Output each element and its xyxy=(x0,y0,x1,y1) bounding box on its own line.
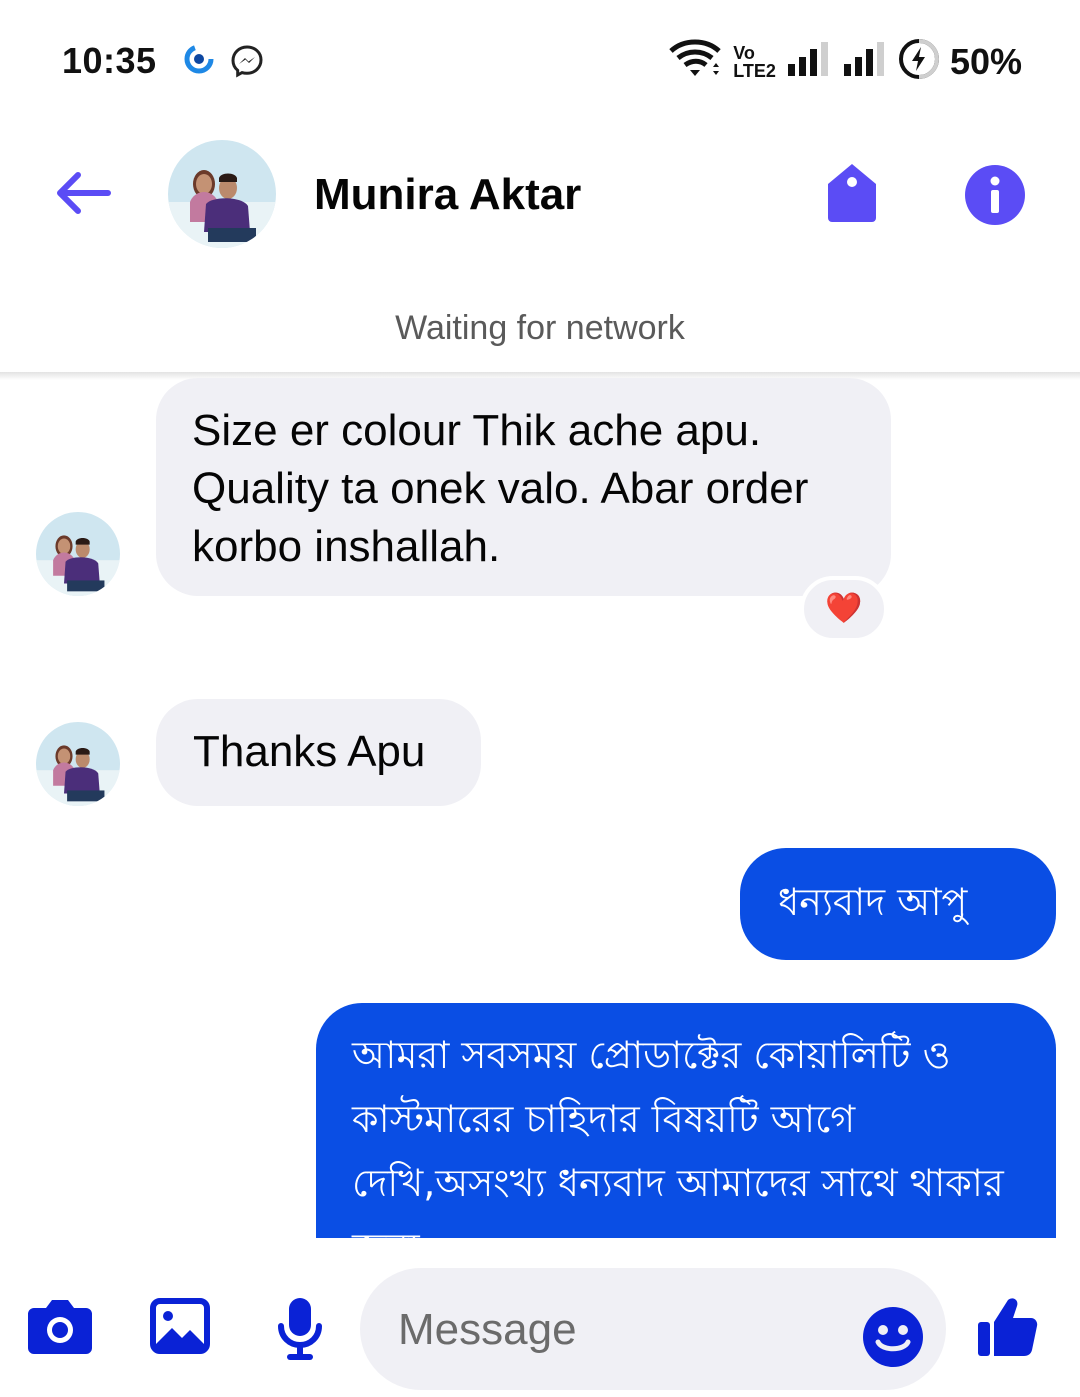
heart-reaction[interactable]: ❤️ xyxy=(800,576,888,642)
conversation-header: Munira Aktar xyxy=(0,120,1080,270)
camera-button[interactable] xyxy=(26,1296,94,1361)
message-composer xyxy=(0,1238,1080,1397)
like-button[interactable] xyxy=(976,1294,1040,1363)
signal-icon xyxy=(786,40,832,83)
volte-label: Vo xyxy=(733,42,755,63)
heart-icon: ❤️ xyxy=(825,592,863,625)
network-status-banner: Waiting for network xyxy=(395,309,685,347)
outgoing-message-bubble[interactable]: ধন্যবাদ আপু xyxy=(740,848,1056,960)
volte-icon: Vo LTE2 xyxy=(733,44,776,80)
sender-avatar[interactable] xyxy=(36,722,120,806)
lte-label: LTE2 xyxy=(733,60,776,81)
message-input[interactable] xyxy=(398,1290,838,1370)
info-button[interactable] xyxy=(964,164,1026,226)
tag-button[interactable] xyxy=(824,162,880,224)
gallery-button[interactable] xyxy=(150,1298,210,1359)
incoming-message-bubble[interactable]: Thanks Apu xyxy=(156,699,481,806)
status-bar: 10:35 Vo LTE2 50% xyxy=(0,0,1080,120)
microphone-icon xyxy=(278,1298,322,1360)
message-text: Size er colour Thik ache apu. Quality ta… xyxy=(192,406,809,571)
info-icon xyxy=(965,165,1025,225)
battery-percent: 50% xyxy=(949,40,1022,82)
signal-icon xyxy=(842,40,888,83)
emoji-button[interactable] xyxy=(862,1306,924,1368)
message-thread[interactable]: Size er colour Thik ache apu. Quality ta… xyxy=(0,376,1080,1238)
message-text: ধন্যবাদ আপু xyxy=(778,880,968,924)
camera-icon xyxy=(28,1300,92,1354)
outgoing-message-bubble[interactable]: আমরা সবসময় প্রোডাক্টের কোয়ালিটি ও কাস্… xyxy=(316,1003,1056,1238)
emoji-icon xyxy=(863,1307,923,1367)
thumbs-up-icon xyxy=(978,1298,1038,1356)
status-time: 10:35 xyxy=(62,40,157,81)
tag-icon xyxy=(828,164,876,222)
sender-avatar[interactable] xyxy=(36,512,120,596)
back-arrow-icon xyxy=(57,172,111,214)
battery-saver-icon xyxy=(898,38,940,85)
voice-button[interactable] xyxy=(276,1296,324,1367)
status-right: Vo LTE2 50% xyxy=(669,38,1022,85)
contact-name[interactable]: Munira Aktar xyxy=(314,170,581,220)
message-text: আমরা সবসময় প্রোডাক্টের কোয়ালিটি ও কাস্… xyxy=(352,1033,1004,1238)
message-field[interactable] xyxy=(360,1268,946,1390)
back-button[interactable] xyxy=(50,160,116,226)
contact-avatar[interactable] xyxy=(168,140,276,248)
messenger-icon xyxy=(230,44,264,83)
gallery-icon xyxy=(150,1298,210,1354)
message-text: Thanks Apu xyxy=(193,727,426,776)
wifi-icon xyxy=(669,39,723,84)
app-notification-icon xyxy=(184,44,214,79)
incoming-message-bubble[interactable]: Size er colour Thik ache apu. Quality ta… xyxy=(156,378,891,596)
